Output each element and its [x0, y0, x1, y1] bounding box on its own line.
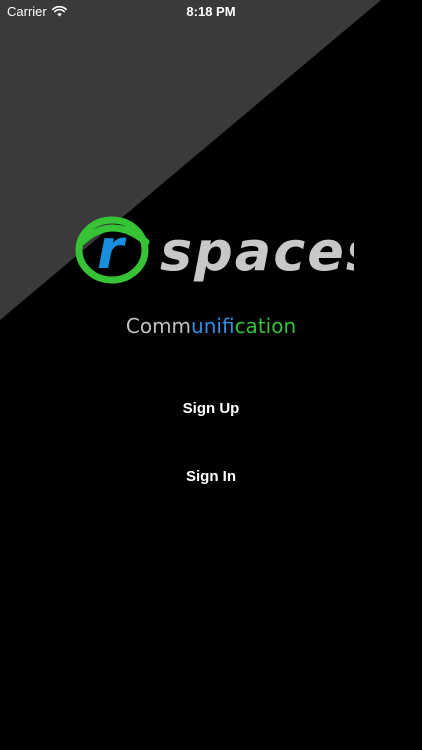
tagline-part-cation: cation: [234, 314, 297, 338]
sign-up-button[interactable]: Sign Up: [111, 389, 311, 429]
tagline-part-unifi: unifi: [191, 314, 235, 338]
background-gray-wedge: [0, 0, 381, 320]
logo-wordmark: spaces: [160, 220, 354, 283]
sign-in-button[interactable]: Sign In: [111, 457, 311, 497]
logo-letter: r: [97, 218, 127, 281]
rspaces-logo: r spaces: [75, 216, 354, 284]
status-time: 8:18 PM: [186, 4, 236, 19]
status-bar: Carrier 8:18 PM: [0, 0, 422, 22]
tagline: Communification: [0, 314, 422, 338]
tagline-part-comm: Comm: [125, 314, 192, 338]
